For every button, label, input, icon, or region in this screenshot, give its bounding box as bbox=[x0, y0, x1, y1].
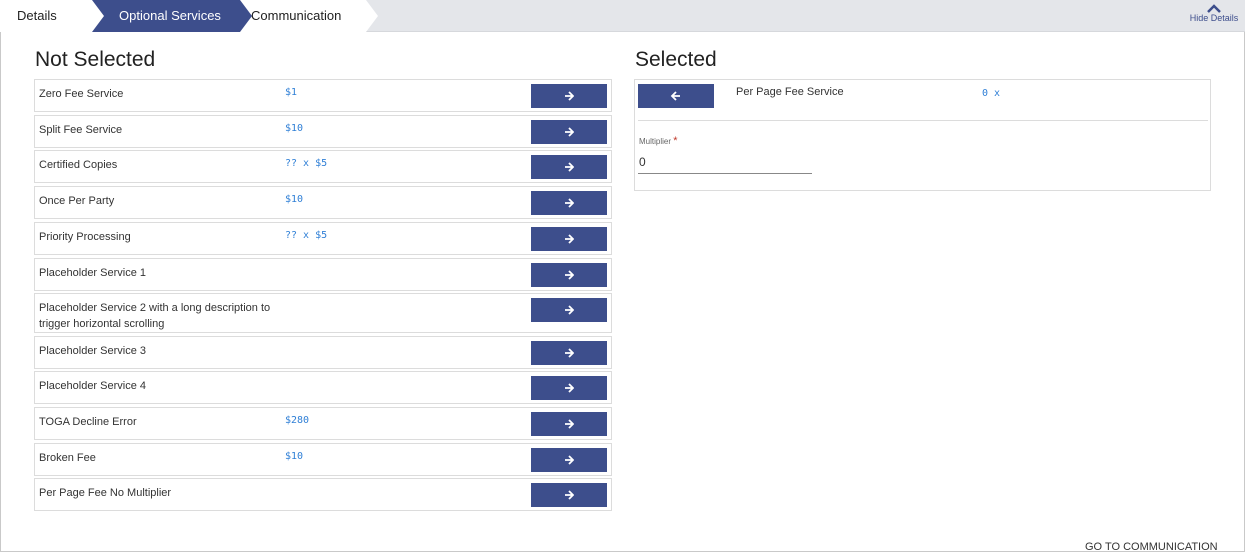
arrow-left-icon bbox=[670, 91, 680, 101]
hide-details-button[interactable]: Hide Details bbox=[1184, 4, 1244, 23]
service-name: Placeholder Service 2 with a long descri… bbox=[39, 302, 271, 330]
add-service-button[interactable] bbox=[531, 263, 607, 287]
tab-optional-services[interactable]: Optional Services bbox=[92, 0, 240, 32]
add-service-button[interactable] bbox=[531, 376, 607, 400]
hide-details-label: Hide Details bbox=[1189, 13, 1239, 23]
arrow-right-icon bbox=[565, 419, 574, 429]
list-item: TOGA Decline Error $280 bbox=[34, 407, 612, 440]
tab-optional-services-label: Optional Services bbox=[119, 8, 221, 23]
tab-communication-label: Communication bbox=[251, 8, 342, 23]
service-fee: ?? x $5 bbox=[285, 158, 328, 169]
list-item: Placeholder Service 2 with a long descri… bbox=[34, 293, 612, 333]
chevron-divider bbox=[366, 0, 378, 32]
go-to-communication-button[interactable]: GO TO COMMUNICATION bbox=[1085, 541, 1218, 553]
add-service-button[interactable] bbox=[531, 483, 607, 507]
service-name: TOGA Decline Error bbox=[39, 416, 137, 428]
list-item: Split Fee Service $10 bbox=[34, 115, 612, 148]
selected-service-fee: 0 x bbox=[982, 88, 1001, 99]
service-name: Zero Fee Service bbox=[39, 88, 124, 100]
arrow-right-icon bbox=[565, 198, 574, 208]
chevron-divider bbox=[92, 0, 104, 32]
selected-service-card: Per Page Fee Service 0 x Multiplier * bbox=[634, 79, 1211, 191]
not-selected-heading: Not Selected bbox=[35, 48, 156, 71]
multiplier-input[interactable] bbox=[638, 150, 812, 174]
arrow-right-icon bbox=[565, 162, 574, 172]
arrow-right-icon bbox=[565, 305, 574, 315]
add-service-button[interactable] bbox=[531, 120, 607, 144]
chevron-divider bbox=[240, 0, 252, 32]
service-name: Split Fee Service bbox=[39, 124, 123, 136]
arrow-right-icon bbox=[565, 127, 574, 137]
selected-service-name: Per Page Fee Service bbox=[736, 86, 844, 98]
service-fee: $10 bbox=[285, 123, 304, 134]
arrow-right-icon bbox=[565, 383, 574, 393]
multiplier-label: Multiplier * bbox=[639, 135, 678, 147]
service-fee: $10 bbox=[285, 451, 304, 462]
arrow-right-icon bbox=[565, 234, 574, 244]
list-item: Broken Fee $10 bbox=[34, 443, 612, 476]
arrow-right-icon bbox=[565, 348, 574, 358]
service-fee: $1 bbox=[285, 87, 298, 98]
list-item: Placeholder Service 4 bbox=[34, 371, 612, 404]
add-service-button[interactable] bbox=[531, 155, 607, 179]
service-name: Placeholder Service 3 bbox=[39, 345, 147, 357]
add-service-button[interactable] bbox=[531, 298, 607, 322]
service-name: Once Per Party bbox=[39, 195, 115, 207]
service-name: Placeholder Service 1 bbox=[39, 267, 147, 279]
wizard-tab-bar: Details Optional Services Communication … bbox=[0, 0, 1245, 32]
list-item: Zero Fee Service $1 bbox=[34, 79, 612, 112]
tab-communication[interactable]: Communication bbox=[240, 0, 366, 32]
add-service-button[interactable] bbox=[531, 341, 607, 365]
service-name: Placeholder Service 4 bbox=[39, 380, 147, 392]
add-service-button[interactable] bbox=[531, 84, 607, 108]
add-service-button[interactable] bbox=[531, 191, 607, 215]
arrow-right-icon bbox=[565, 455, 574, 465]
service-name: Certified Copies bbox=[39, 159, 118, 171]
divider bbox=[638, 120, 1208, 121]
list-item: Per Page Fee No Multiplier bbox=[34, 478, 612, 511]
arrow-right-icon bbox=[565, 91, 574, 101]
selected-heading: Selected bbox=[635, 48, 717, 71]
arrow-right-icon bbox=[565, 490, 574, 500]
chevron-up-icon bbox=[1207, 4, 1221, 13]
add-service-button[interactable] bbox=[531, 227, 607, 251]
list-item: Once Per Party $10 bbox=[34, 186, 612, 219]
list-item: Placeholder Service 1 bbox=[34, 258, 612, 291]
service-fee: ?? x $5 bbox=[285, 230, 328, 241]
tab-details-label: Details bbox=[17, 8, 57, 23]
service-name: Broken Fee bbox=[39, 452, 96, 464]
service-name: Per Page Fee No Multiplier bbox=[39, 487, 172, 499]
service-name: Priority Processing bbox=[39, 231, 131, 243]
service-fee: $10 bbox=[285, 194, 304, 205]
list-item: Certified Copies ?? x $5 bbox=[34, 150, 612, 183]
list-item: Priority Processing ?? x $5 bbox=[34, 222, 612, 255]
tab-details[interactable]: Details bbox=[0, 0, 92, 32]
required-asterisk: * bbox=[673, 135, 678, 147]
remove-service-button[interactable] bbox=[638, 84, 714, 108]
add-service-button[interactable] bbox=[531, 412, 607, 436]
list-item: Placeholder Service 3 bbox=[34, 336, 612, 369]
service-fee: $280 bbox=[285, 415, 310, 426]
arrow-right-icon bbox=[565, 270, 574, 280]
add-service-button[interactable] bbox=[531, 448, 607, 472]
multiplier-label-text: Multiplier bbox=[639, 137, 672, 146]
